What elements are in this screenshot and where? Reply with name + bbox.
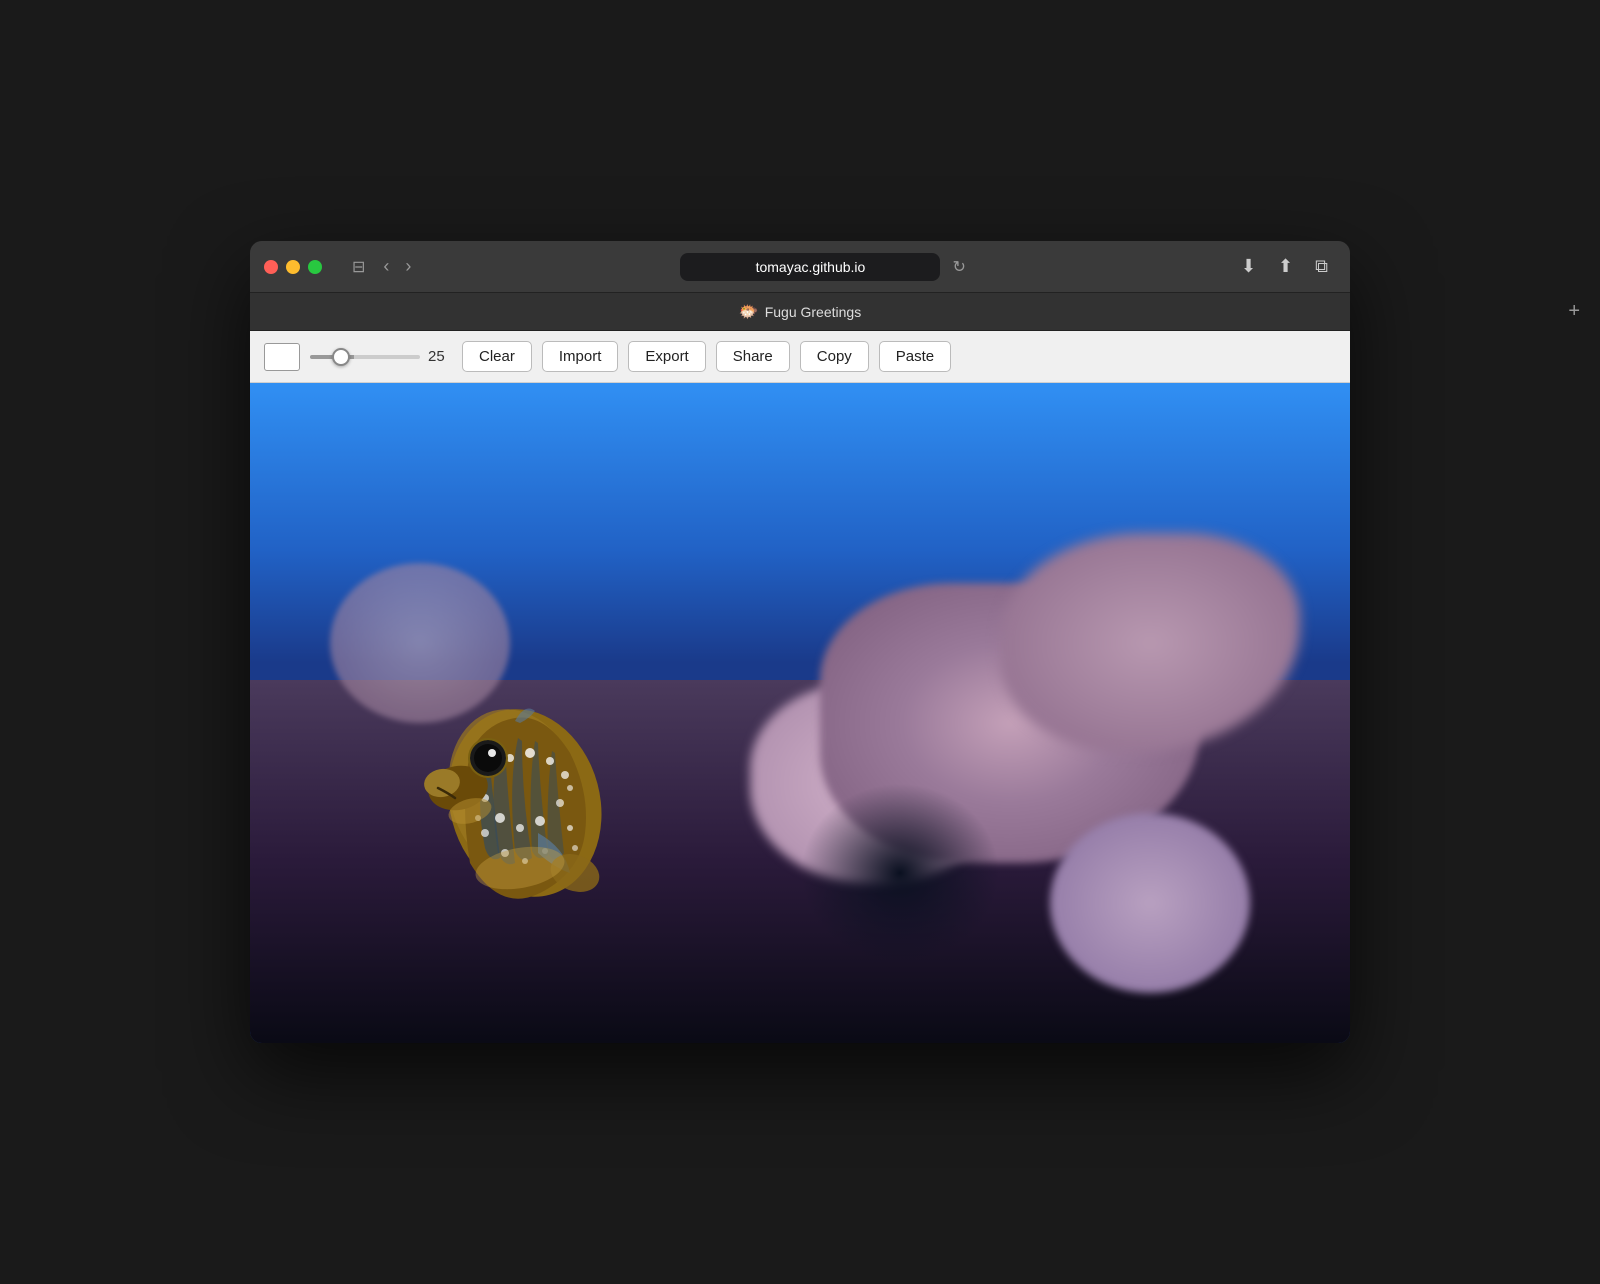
export-button[interactable]: Export xyxy=(628,341,705,372)
reload-button[interactable]: ↻ xyxy=(948,253,969,281)
tabbar: 🐡 Fugu Greetings + xyxy=(250,293,1350,331)
copy-button[interactable]: Copy xyxy=(800,341,869,372)
url-input[interactable] xyxy=(680,253,940,281)
clear-button[interactable]: Clear xyxy=(462,341,532,372)
import-button[interactable]: Import xyxy=(542,341,619,372)
minimize-button[interactable] xyxy=(286,260,300,274)
canvas-area[interactable] xyxy=(250,383,1350,1043)
fish-scene xyxy=(250,383,1350,1043)
titlebar: ⊟ ‹ › ↻ ⬇ ⬆ ⧉ xyxy=(250,241,1350,293)
download-button[interactable]: ⬇ xyxy=(1233,252,1264,281)
tab-label: Fugu Greetings xyxy=(765,304,862,320)
dark-spot xyxy=(800,783,1000,963)
app-toolbar: 25 Clear Import Export Share Copy Paste xyxy=(250,331,1350,383)
traffic-lights xyxy=(264,260,322,274)
color-picker[interactable] xyxy=(264,343,300,371)
sidebar-toggle-button[interactable]: ⊟ xyxy=(344,252,373,281)
coral-right-bottom xyxy=(1050,813,1250,993)
close-button[interactable] xyxy=(264,260,278,274)
size-value: 25 xyxy=(428,348,452,365)
paste-button[interactable]: Paste xyxy=(879,341,951,372)
fish xyxy=(370,603,690,1023)
address-bar: ↻ xyxy=(417,253,1233,281)
toolbar-right: ⬇ ⬆ ⧉ xyxy=(1233,252,1336,281)
size-slider-container: 25 xyxy=(310,348,452,365)
maximize-button[interactable] xyxy=(308,260,322,274)
share-button[interactable]: ⬆ xyxy=(1270,252,1301,281)
browser-window: ⊟ ‹ › ↻ ⬇ ⬆ ⧉ 🐡 Fugu Greetings + 25 Clea… xyxy=(250,241,1350,1043)
nav-buttons: ⊟ ‹ › xyxy=(338,252,417,281)
tabs-button[interactable]: ⧉ xyxy=(1307,252,1336,281)
back-button[interactable]: ‹ xyxy=(377,252,395,281)
tab-title: 🐡 Fugu Greetings xyxy=(739,302,861,322)
size-slider[interactable] xyxy=(310,355,420,359)
share-app-button[interactable]: Share xyxy=(716,341,790,372)
forward-button[interactable]: › xyxy=(399,252,417,281)
tab-emoji: 🐡 xyxy=(739,302,759,322)
